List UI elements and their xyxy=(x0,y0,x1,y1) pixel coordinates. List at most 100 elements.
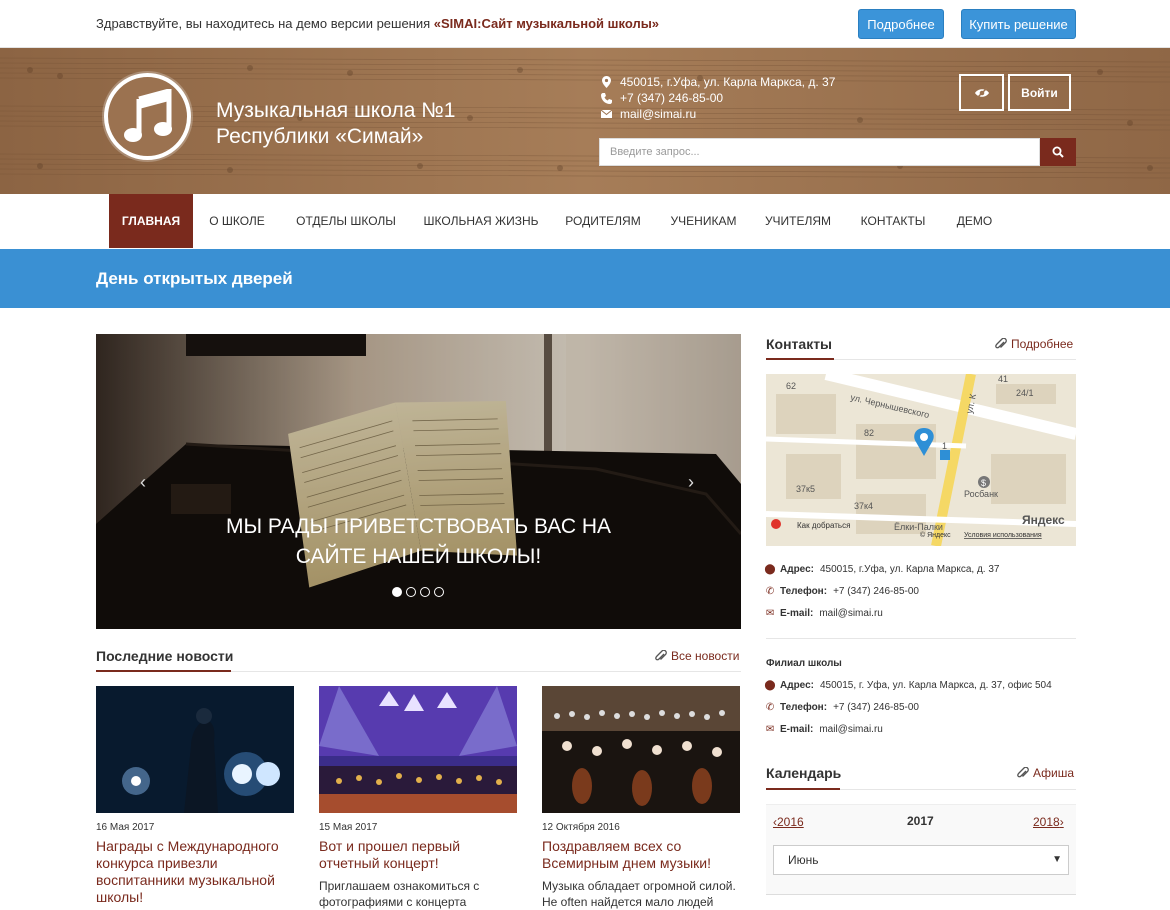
contact-address: ⬤ Адрес: 450015, г.Уфа, ул. Карла Маркса… xyxy=(764,564,1000,575)
phone-icon xyxy=(601,92,612,104)
address-label: Адрес: xyxy=(780,564,814,575)
news-image-concert xyxy=(319,686,517,813)
contacts-map[interactable]: $ ул. Чернышевского ул. К Росбанк Ёлки-П… xyxy=(766,374,1076,546)
news-image-orchestra xyxy=(542,686,740,813)
all-news-link[interactable]: Все новости xyxy=(655,649,739,663)
branch-phone-value: +7 (347) 246-85-00 xyxy=(833,702,919,713)
header-email-text: mail@simai.ru xyxy=(620,107,697,121)
map-house-number: 62 xyxy=(786,381,796,391)
branch-email-value: mail@simai.ru xyxy=(819,724,883,735)
contacts-more-link[interactable]: Подробнее xyxy=(995,337,1073,351)
slider-next-arrow[interactable]: › xyxy=(688,472,694,493)
news-date: 15 Мая 2017 xyxy=(319,822,378,833)
phone-label: Телефон: xyxy=(780,586,828,597)
map-bank-label: Росбанк xyxy=(964,489,998,499)
map-marker-icon: ⬤ xyxy=(764,680,776,691)
slider-prev-arrow[interactable]: ‹ xyxy=(140,472,146,493)
nav-item-students[interactable]: Ученикам xyxy=(663,194,744,247)
news-card[interactable]: 16 Мая 2017 Награды с Международного кон… xyxy=(96,686,294,906)
page-banner: День открытых дверей xyxy=(0,249,1170,308)
news-heading-underline xyxy=(96,670,231,672)
envelope-icon: ✉ xyxy=(765,724,775,735)
calendar-widget: ‹2016 2017 2018› Июнь ▼ xyxy=(766,804,1076,901)
banner-title: День открытых дверей xyxy=(96,269,293,288)
nav-item-about[interactable]: О школе xyxy=(199,194,275,247)
svg-text:$: $ xyxy=(981,478,986,488)
login-button[interactable]: Войти xyxy=(1008,74,1071,111)
news-excerpt: Приглашаем ознакомиться с фотографиями с… xyxy=(319,879,480,909)
contact-email[interactable]: ✉ E-mail: mail@simai.ru xyxy=(766,608,883,619)
paperclip-icon xyxy=(1017,766,1029,777)
month-select[interactable]: Июнь ▼ xyxy=(773,845,1069,875)
nav-item-teachers[interactable]: Учителям xyxy=(757,194,839,247)
map-route-link[interactable]: Как добраться xyxy=(797,521,850,530)
buy-solution-button[interactable]: Купить решение xyxy=(961,9,1076,39)
calendar-heading: Календарь xyxy=(766,765,842,781)
main-nav: Главная О школе Отделы школы Школьная жи… xyxy=(0,194,1170,249)
branch-address: ⬤ Адрес: 450015, г. Уфа, ул. Карла Маркс… xyxy=(764,680,1051,691)
address-label: Адрес: xyxy=(780,680,814,691)
slider-dot[interactable] xyxy=(392,587,402,597)
all-news-label: Все новости xyxy=(671,649,740,663)
demo-more-button[interactable]: Подробнее xyxy=(858,9,944,39)
slider-dot[interactable] xyxy=(406,587,416,597)
map-house-number: 1 xyxy=(942,441,947,451)
afisha-link[interactable]: Афиша xyxy=(1017,766,1074,780)
news-card[interactable]: 15 Мая 2017 Вот и прошел первый отчетный… xyxy=(319,686,517,910)
news-card[interactable]: 12 Октября 2016 Поздравляем всех со Всем… xyxy=(542,686,740,910)
email-label: E-mail: xyxy=(780,724,814,735)
map-canvas: $ ул. Чернышевского ул. К Росбанк Ёлки-П… xyxy=(766,374,1076,546)
afisha-label: Афиша xyxy=(1033,766,1075,780)
slider-dots xyxy=(392,587,444,597)
calendar-prev-year[interactable]: ‹2016 xyxy=(773,815,804,829)
header-phone: +7 (347) 246-85-00 xyxy=(601,91,723,105)
branch-email[interactable]: ✉ E-mail: mail@simai.ru xyxy=(766,724,883,735)
contacts-heading: Контакты xyxy=(766,336,833,352)
news-title[interactable]: Вот и прошел первый отчетный концерт! xyxy=(319,838,517,872)
paperclip-icon xyxy=(655,649,667,660)
news-title[interactable]: Поздравляем всех со Всемирным днем музык… xyxy=(542,838,740,872)
slide-caption: Мы рады приветствовать вас на сайте наше… xyxy=(96,512,741,572)
image-slider[interactable]: Мы рады приветствовать вас на сайте наше… xyxy=(96,334,741,629)
slider-dot[interactable] xyxy=(434,587,444,597)
news-heading: Последние новости xyxy=(96,648,234,664)
nav-item-parents[interactable]: Родителям xyxy=(557,194,649,247)
search-input[interactable] xyxy=(599,138,1040,166)
contact-phone: ✆ Телефон: +7 (347) 246-85-00 xyxy=(766,586,919,597)
news-title[interactable]: Награды с Международного конкурса привез… xyxy=(96,838,294,906)
slider-dot[interactable] xyxy=(420,587,430,597)
map-house-number: 37к5 xyxy=(796,484,815,494)
school-logo[interactable] xyxy=(104,73,191,160)
map-marker-icon xyxy=(601,76,612,88)
map-terms-link[interactable]: Условия использования xyxy=(964,532,1042,539)
slide-caption-line2: сайте нашей школы! xyxy=(295,545,542,568)
address-value: 450015, г.Уфа, ул. Карла Маркса, д. 37 xyxy=(820,564,1000,575)
demo-product-name: «SIMAI:Сайт музыкальной школы» xyxy=(433,16,660,31)
contacts-heading-underline xyxy=(766,358,834,360)
calendar-heading-underline xyxy=(766,788,840,790)
search-button[interactable] xyxy=(1040,138,1076,166)
map-house-number: 24/1 xyxy=(1016,388,1034,398)
site-name-line2: Республики «Симай» xyxy=(216,125,424,148)
nav-item-demo[interactable]: Демо xyxy=(948,194,1001,247)
low-vision-button[interactable] xyxy=(959,74,1004,111)
demo-bar: Здравствуйте, вы находитесь на демо верс… xyxy=(0,0,1170,48)
header-address: 450015, г.Уфа, ул. Карла Маркса, д. 37 xyxy=(601,75,835,89)
calendar-next-year[interactable]: 2018› xyxy=(1033,815,1064,829)
map-copyright: © Яндекс xyxy=(920,531,951,539)
site-name[interactable]: Музыкальная школа №1 Республики «Симай» xyxy=(216,98,455,150)
phone-icon: ✆ xyxy=(765,586,775,597)
nav-item-contacts[interactable]: Контакты xyxy=(853,194,933,247)
nav-item-school-life[interactable]: Школьная жизнь xyxy=(418,194,544,247)
branch-divider xyxy=(766,638,1076,639)
header-phone-text: +7 (347) 246-85-00 xyxy=(620,91,724,105)
paperclip-icon xyxy=(995,337,1007,348)
nav-item-home[interactable]: Главная xyxy=(109,194,193,248)
nav-item-departments[interactable]: Отделы школы xyxy=(287,194,405,247)
phone-icon: ✆ xyxy=(765,702,775,713)
map-provider-logo: Яндекс xyxy=(1022,513,1065,527)
header-email[interactable]: mail@simai.ru xyxy=(601,107,696,121)
branch-phone: ✆ Телефон: +7 (347) 246-85-00 xyxy=(766,702,919,713)
slide-caption-line1: Мы рады приветствовать вас на xyxy=(226,515,611,538)
music-note-icon xyxy=(123,88,172,142)
